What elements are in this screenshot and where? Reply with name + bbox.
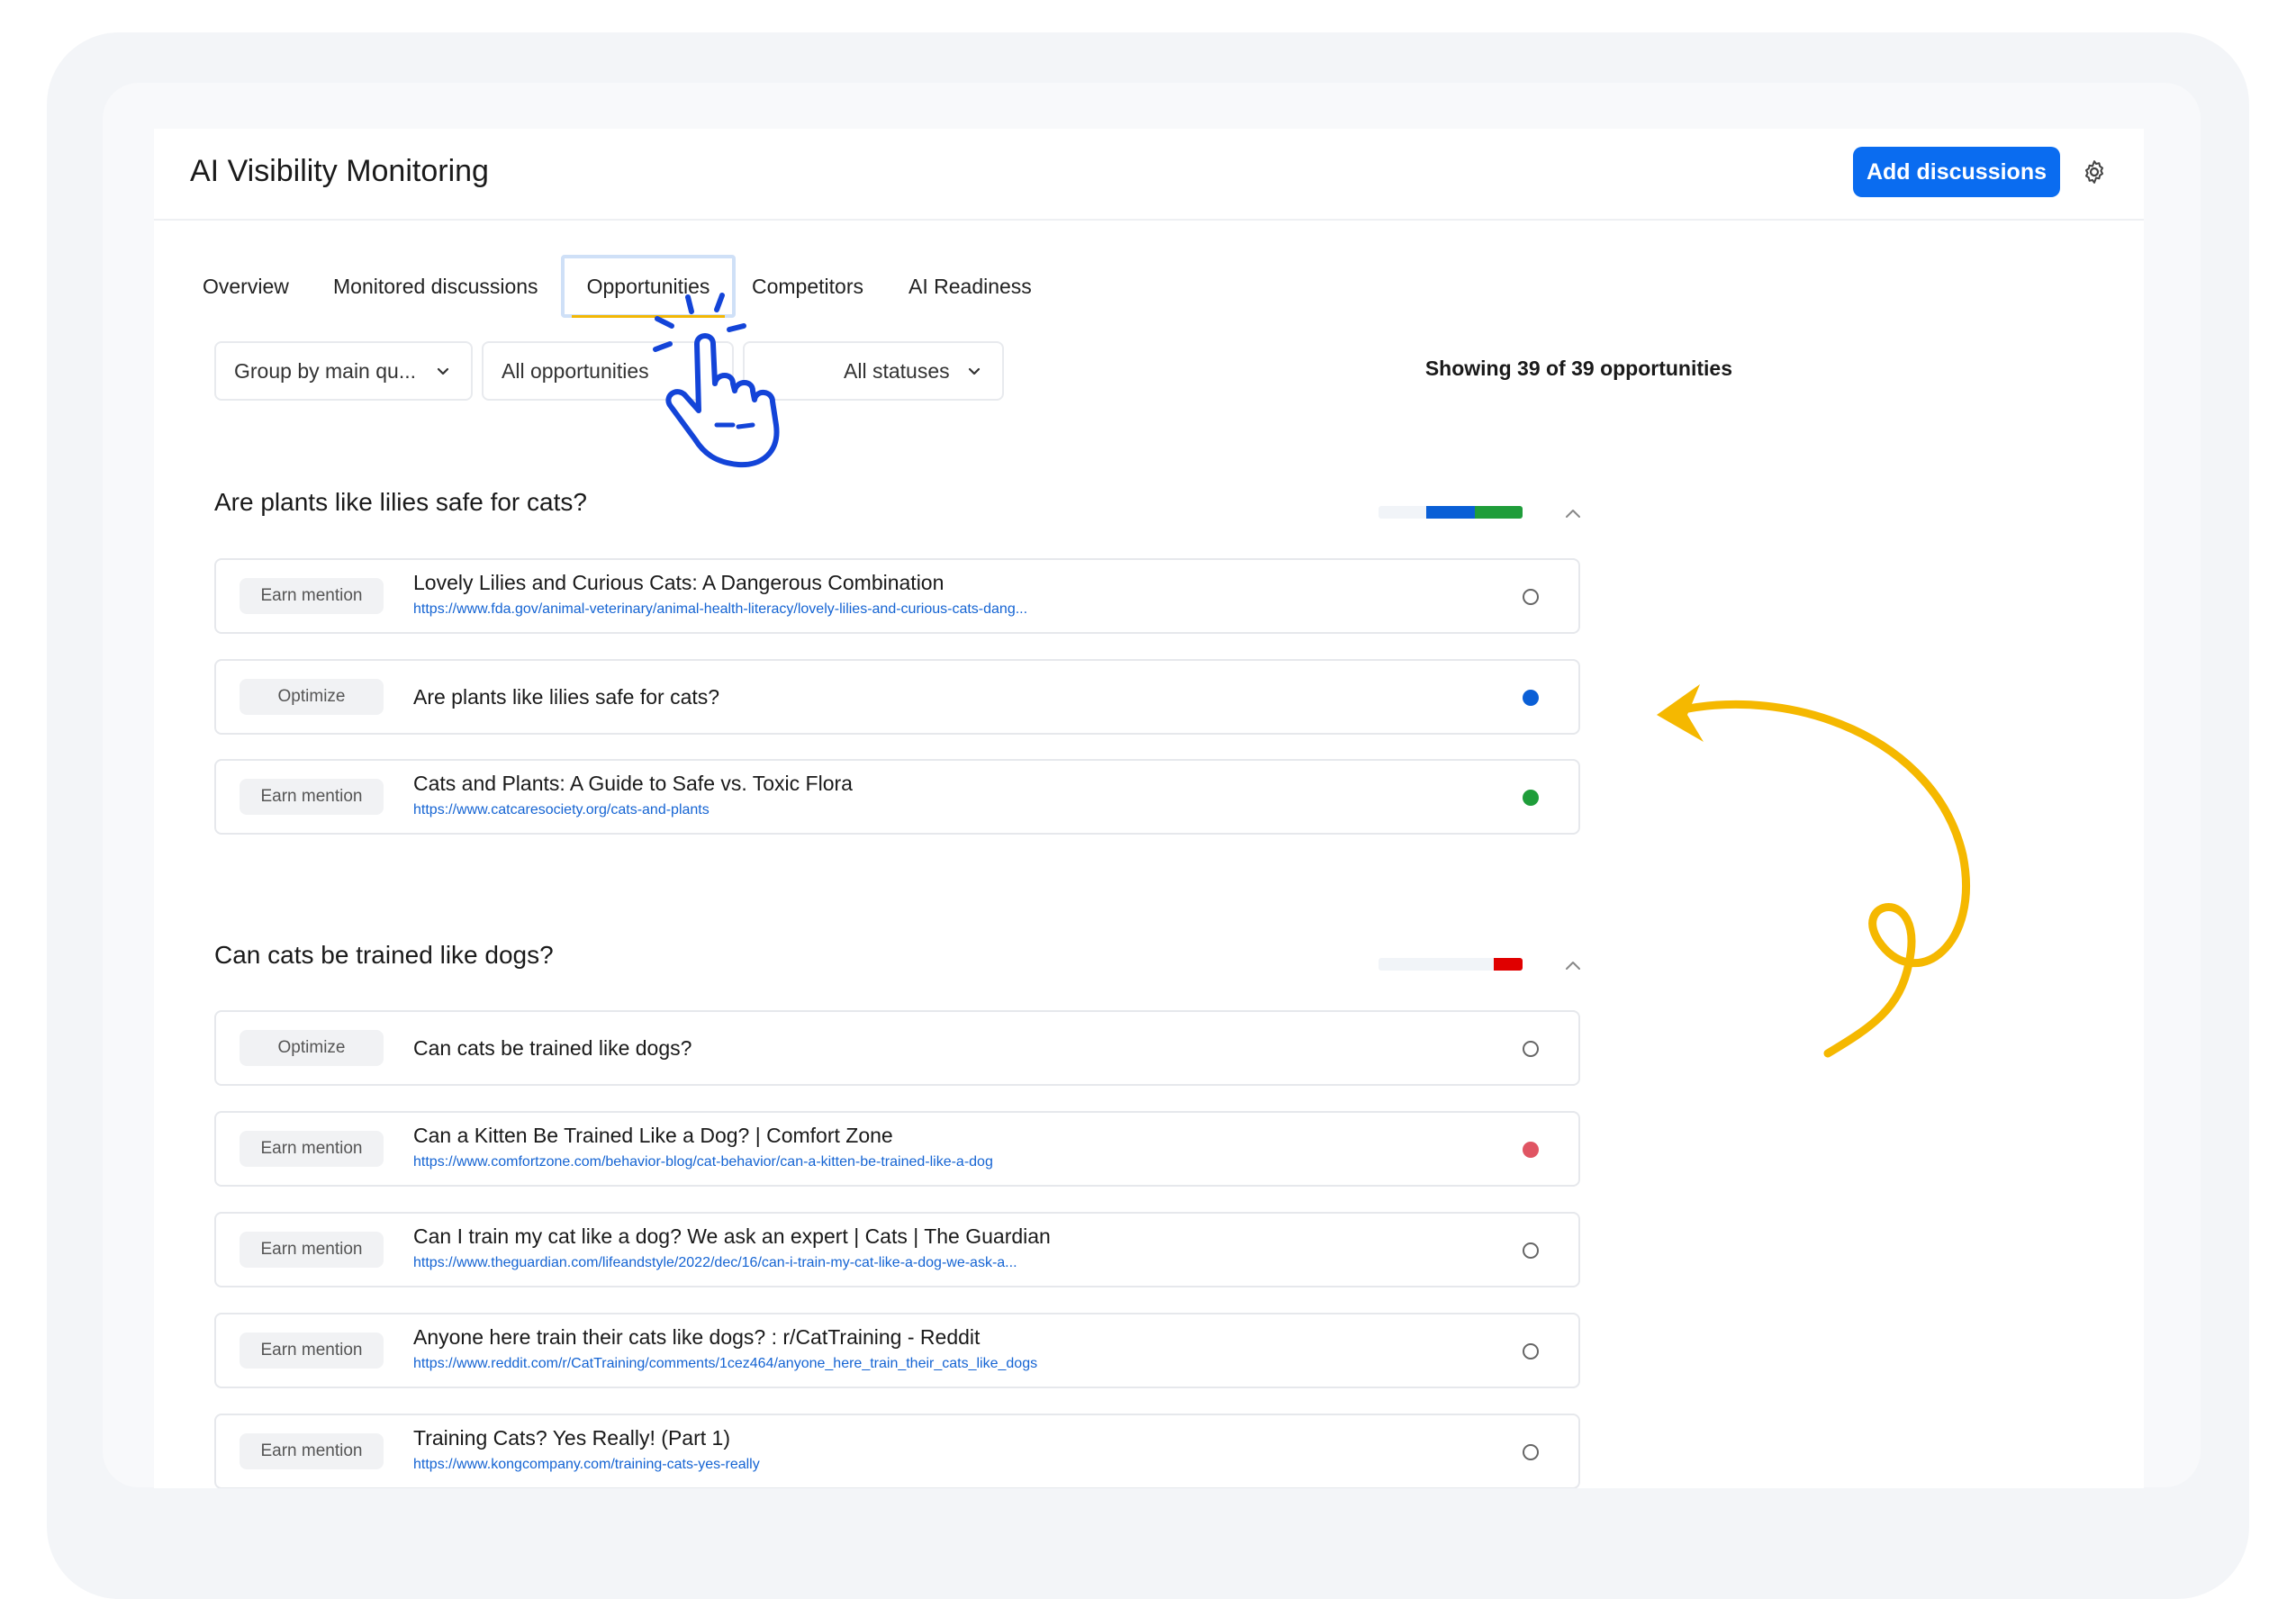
status-indicator[interactable]	[1523, 1142, 1539, 1158]
pointer-hand-icon	[653, 293, 780, 468]
results-count: Showing 39 of 39 opportunities	[1424, 357, 1732, 380]
row-title: Can a Kitten Be Trained Like a Dog? | Co…	[413, 1124, 893, 1147]
status-indicator[interactable]	[1523, 790, 1539, 806]
row-url[interactable]: https://www.theguardian.com/lifeandstyle…	[413, 1255, 1017, 1271]
bar-segment-red	[1494, 958, 1523, 971]
add-discussions-button[interactable]: Add discussions	[1853, 147, 2060, 197]
status-indicator[interactable]	[1523, 1041, 1539, 1057]
status-indicator[interactable]	[1523, 589, 1539, 605]
opportunity-type-badge: Earn mention	[240, 1332, 384, 1369]
opportunity-type-badge: Optimize	[240, 1030, 384, 1066]
gear-icon[interactable]	[2081, 158, 2108, 185]
tab-monitored-discussions[interactable]: Monitored discussions	[333, 255, 538, 318]
opportunity-type-value: All opportunities	[502, 358, 649, 383]
list-item[interactable]: Optimize Are plants like lilies safe for…	[214, 659, 1580, 735]
status-indicator[interactable]	[1523, 1444, 1539, 1460]
opportunity-type-badge: Earn mention	[240, 1131, 384, 1167]
opportunity-type-badge: Earn mention	[240, 578, 384, 614]
group-by-dropdown[interactable]: Group by main qu...	[214, 341, 473, 401]
group-by-value: Group by main qu...	[234, 358, 416, 383]
list-item[interactable]: Earn mention Lovely Lilies and Curious C…	[214, 558, 1580, 634]
page-header: AI Visibility Monitoring Add discussions	[154, 129, 2144, 221]
opportunity-type-badge: Optimize	[240, 679, 384, 715]
chevron-down-icon	[968, 367, 981, 375]
tab-overview[interactable]: Overview	[203, 255, 289, 318]
tab-ai-readiness[interactable]: AI Readiness	[908, 255, 1032, 318]
status-value: All statuses	[844, 358, 950, 383]
row-url[interactable]: https://www.kongcompany.com/training-cat…	[413, 1457, 760, 1473]
status-distribution-bar	[1379, 958, 1523, 971]
list-item[interactable]: Earn mention Training Cats? Yes Really! …	[214, 1414, 1580, 1488]
page-title: AI Visibility Monitoring	[190, 154, 489, 188]
list-item[interactable]: Optimize Can cats be trained like dogs?	[214, 1010, 1580, 1086]
row-url[interactable]: https://www.comfortzone.com/behavior-blo…	[413, 1154, 993, 1170]
row-title: Are plants like lilies safe for cats?	[413, 685, 720, 709]
status-indicator[interactable]	[1523, 690, 1539, 706]
row-url[interactable]: https://www.reddit.com/r/CatTraining/com…	[413, 1356, 1037, 1372]
row-title: Cats and Plants: A Guide to Safe vs. Tox…	[413, 772, 853, 795]
row-title: Can cats be trained like dogs?	[413, 1036, 692, 1060]
row-title: Training Cats? Yes Really! (Part 1)	[413, 1426, 730, 1450]
row-title: Anyone here train their cats like dogs? …	[413, 1325, 981, 1349]
chevron-up-icon[interactable]	[1564, 959, 1582, 971]
opportunity-type-badge: Earn mention	[240, 1232, 384, 1268]
bar-segment-blue	[1426, 506, 1475, 519]
status-distribution-bar	[1379, 506, 1523, 519]
opportunity-type-badge: Earn mention	[240, 1433, 384, 1469]
opportunity-type-badge: Earn mention	[240, 779, 384, 815]
list-item[interactable]: Earn mention Cats and Plants: A Guide to…	[214, 759, 1580, 835]
row-title: Can I train my cat like a dog? We ask an…	[413, 1224, 1051, 1248]
list-item[interactable]: Earn mention Can a Kitten Be Trained Lik…	[214, 1111, 1580, 1187]
bar-segment-green	[1475, 506, 1523, 519]
status-indicator[interactable]	[1523, 1343, 1539, 1360]
row-url[interactable]: https://www.fda.gov/animal-veterinary/an…	[413, 601, 1027, 618]
row-title: Lovely Lilies and Curious Cats: A Danger…	[413, 571, 945, 594]
curved-arrow-icon	[1657, 684, 1971, 1058]
row-url[interactable]: https://www.catcaresociety.org/cats-and-…	[413, 802, 710, 818]
chevron-down-icon	[437, 367, 449, 375]
list-item[interactable]: Earn mention Anyone here train their cat…	[214, 1313, 1580, 1388]
chevron-up-icon[interactable]	[1564, 507, 1582, 519]
status-indicator[interactable]	[1523, 1242, 1539, 1259]
group-title: Can cats be trained like dogs?	[214, 941, 554, 969]
group-title: Are plants like lilies safe for cats?	[214, 488, 587, 516]
list-item[interactable]: Earn mention Can I train my cat like a d…	[214, 1212, 1580, 1287]
